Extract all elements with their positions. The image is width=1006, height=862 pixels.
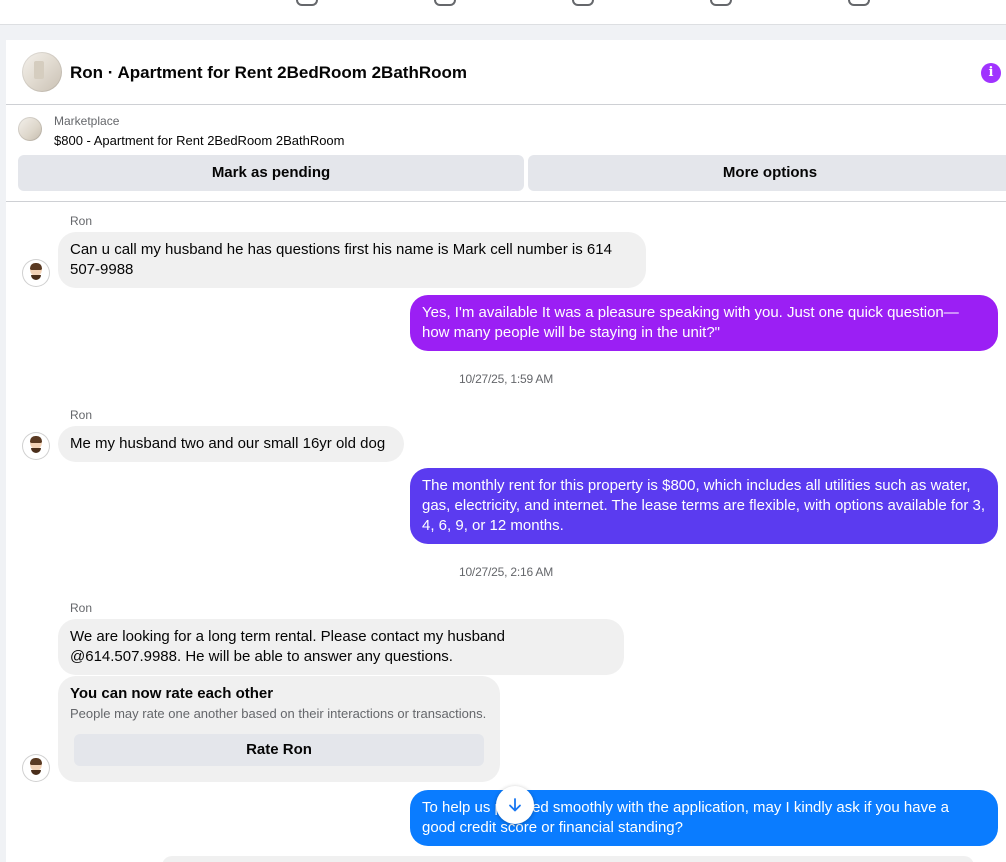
marketplace-label: Marketplace <box>54 114 120 128</box>
sender-name: Ron <box>70 601 93 615</box>
rate-ron-button[interactable]: Rate Ron <box>74 734 484 766</box>
next-message-bubble <box>162 856 974 862</box>
chat-panel: Ron · Apartment for Rent 2BedRoom 2BathR… <box>6 40 1006 862</box>
marketplace-listing-banner: Marketplace $800 - Apartment for Rent 2B… <box>6 105 1006 202</box>
sender-name: Ron <box>70 214 93 228</box>
friends-icon[interactable] <box>434 0 456 6</box>
outgoing-message[interactable]: Yes, I'm available It was a pleasure spe… <box>410 295 998 351</box>
chat-header: Ron · Apartment for Rent 2BedRoom 2BathR… <box>6 40 1006 105</box>
listing-avatar[interactable] <box>22 52 62 92</box>
mark-as-pending-button[interactable]: Mark as pending <box>18 155 524 191</box>
home-icon[interactable] <box>296 0 318 6</box>
conversation-title[interactable]: Ron · Apartment for Rent 2BedRoom 2BathR… <box>70 63 467 83</box>
outgoing-message[interactable]: The monthly rent for this property is $8… <box>410 468 998 544</box>
message-timestamp: 10/27/25, 1:59 AM <box>458 372 553 386</box>
incoming-message[interactable]: Can u call my husband he has questions f… <box>58 232 646 288</box>
more-options-button[interactable]: More options <box>528 155 1006 191</box>
ron-avatar[interactable] <box>22 754 50 782</box>
info-icon[interactable]: i <box>981 63 1001 83</box>
video-icon[interactable] <box>572 0 594 6</box>
arrow-down-icon <box>509 798 521 812</box>
top-navigation-bar <box>0 0 1006 25</box>
rating-title: You can now rate each other <box>70 685 274 702</box>
gaming-icon[interactable] <box>848 0 870 6</box>
incoming-message[interactable]: Me my husband two and our small 16yr old… <box>58 426 404 462</box>
listing-description[interactable]: $800 - Apartment for Rent 2BedRoom 2Bath… <box>54 133 345 148</box>
listing-thumbnail[interactable] <box>18 117 42 141</box>
scroll-to-bottom-button[interactable] <box>496 786 534 824</box>
ron-avatar[interactable] <box>22 259 50 287</box>
sender-name: Ron <box>70 408 93 422</box>
rating-card: You can now rate each other People may r… <box>58 676 500 782</box>
ron-avatar[interactable] <box>22 432 50 460</box>
incoming-message[interactable]: We are looking for a long term rental. P… <box>58 619 624 675</box>
message-timestamp: 10/27/25, 2:16 AM <box>458 565 553 579</box>
groups-icon[interactable] <box>710 0 732 6</box>
rating-subtitle: People may rate one another based on the… <box>70 706 487 721</box>
